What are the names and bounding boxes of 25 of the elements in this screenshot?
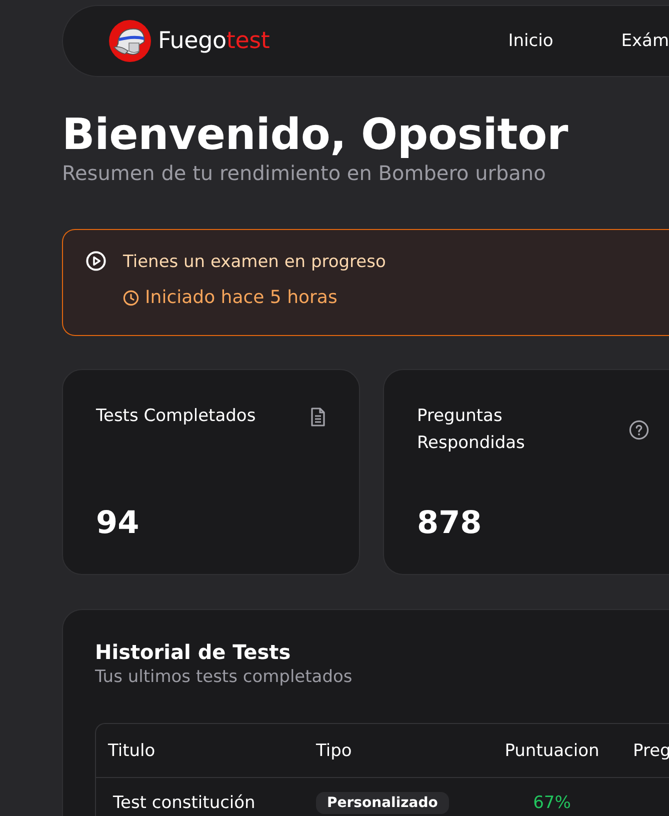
stat-label: Tests Completados [96,405,256,428]
alert-detail: Iniciado hace 5 horas [145,286,338,310]
document-icon [310,407,326,427]
section-title: Historial de Tests [95,639,292,666]
table-cell-text: Test constitución [112,793,256,813]
alert-title: Tienes un examen en progreso [123,251,386,273]
clock-icon [123,290,139,306]
nav-link[interactable]: Inicio [508,31,554,51]
logo-wordmark[interactable]: Fuegotest [158,28,270,54]
column-header: Puntuacion [504,740,600,760]
type-badge: Personalizado [316,792,449,814]
stat-value: 878 [417,504,483,542]
column-header: Titulo [107,740,156,760]
score-cell: 67% [533,793,571,813]
helmet-logo-icon[interactable] [109,20,151,62]
help-circle-icon [629,420,649,440]
stat-value: 94 [96,504,140,542]
nav-link[interactable]: Exám [621,31,669,51]
section-subtitle: Tus ultimos tests completados [95,666,354,688]
stat-label: Preguntas Respondidas [417,405,526,455]
page-subtitle: Resumen de tu rendimiento en Bombero urbano [62,160,547,186]
column-header: Preg [632,740,669,760]
column-header: Tipo [315,740,352,760]
page-title: Bienvenido, Opositor [62,110,569,160]
play-circle-icon [86,251,106,271]
